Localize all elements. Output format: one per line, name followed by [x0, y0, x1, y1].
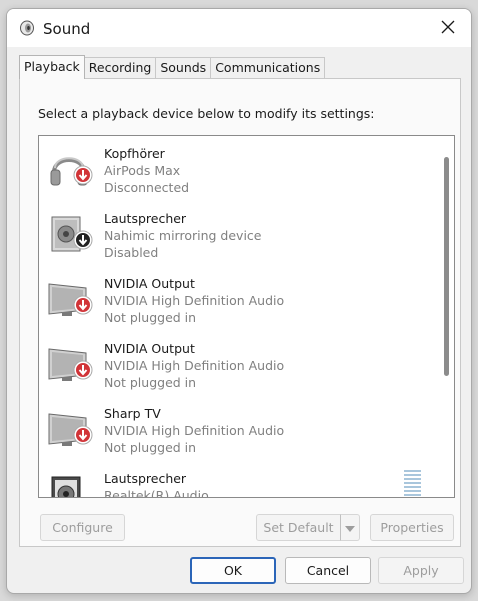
- device-name: Lautsprecher: [104, 211, 187, 226]
- list-item[interactable]: NVIDIA Output NVIDIA High Definition Aud…: [39, 331, 439, 396]
- device-status: Disabled: [104, 245, 159, 260]
- scrollbar-thumb[interactable]: [444, 157, 449, 376]
- instruction-text: Select a playback device below to modify…: [38, 106, 375, 121]
- device-status: Not plugged in: [104, 375, 197, 390]
- volume-level-meter: [404, 470, 421, 497]
- speaker-box-dark-icon: [46, 471, 92, 497]
- tab-communications[interactable]: Communications: [210, 57, 326, 79]
- device-list-scrollbar[interactable]: [438, 136, 454, 497]
- device-description: Nahimic mirroring device: [104, 228, 262, 243]
- speaker-icon: [19, 20, 35, 36]
- list-item[interactable]: Kopfhörer AirPods Max Disconnected: [39, 136, 439, 201]
- configure-button[interactable]: Configure: [40, 514, 125, 541]
- window-title: Sound: [43, 20, 91, 38]
- device-status: Disconnected: [104, 180, 190, 195]
- set-default-dropdown-button[interactable]: [340, 514, 360, 541]
- device-description: NVIDIA High Definition Audio: [104, 358, 285, 373]
- device-name: NVIDIA Output: [104, 341, 195, 356]
- list-item[interactable]: Sharp TV NVIDIA High Definition Audio No…: [39, 396, 439, 461]
- tab-sounds[interactable]: Sounds: [155, 57, 212, 79]
- device-status: Not plugged in: [104, 440, 197, 455]
- list-item[interactable]: Lautsprecher Nahimic mirroring device Di…: [39, 201, 439, 266]
- device-name: Sharp TV: [104, 406, 161, 421]
- list-item[interactable]: Lautsprecher Realtek(R) Audio: [39, 461, 439, 498]
- tab-playback[interactable]: Playback: [19, 55, 85, 79]
- properties-button[interactable]: Properties: [370, 514, 454, 541]
- device-list[interactable]: Kopfhörer AirPods Max Disconnected Lauts…: [38, 135, 455, 498]
- device-description: NVIDIA High Definition Audio: [104, 293, 285, 308]
- close-icon: [441, 20, 455, 37]
- title-bar: Sound: [7, 9, 471, 47]
- close-button[interactable]: [431, 13, 465, 43]
- red-down-arrow-badge: [73, 165, 93, 188]
- device-description: NVIDIA High Definition Audio: [104, 423, 285, 438]
- red-down-arrow-badge: [73, 295, 93, 318]
- tab-recording[interactable]: Recording: [83, 57, 157, 79]
- black-down-arrow-badge: [73, 230, 93, 253]
- device-description: Realtek(R) Audio: [104, 488, 209, 498]
- cancel-button[interactable]: Cancel: [285, 557, 371, 584]
- sound-dialog: Sound Playback Recording Sounds Communic…: [6, 8, 472, 594]
- ok-button[interactable]: OK: [190, 557, 276, 584]
- list-item[interactable]: NVIDIA Output NVIDIA High Definition Aud…: [39, 266, 439, 331]
- apply-button[interactable]: Apply: [378, 557, 464, 584]
- playback-panel: Select a playback device below to modify…: [19, 78, 461, 547]
- device-name: Kopfhörer: [104, 146, 165, 161]
- tab-strip: Playback Recording Sounds Communications: [19, 55, 326, 79]
- chevron-down-icon: [345, 521, 355, 535]
- device-name: Lautsprecher: [104, 471, 187, 486]
- device-description: AirPods Max: [104, 163, 181, 178]
- red-down-arrow-badge: [73, 360, 93, 383]
- device-name: NVIDIA Output: [104, 276, 195, 291]
- set-default-button[interactable]: Set Default: [256, 514, 341, 541]
- red-down-arrow-badge: [73, 425, 93, 448]
- device-status: Not plugged in: [104, 310, 197, 325]
